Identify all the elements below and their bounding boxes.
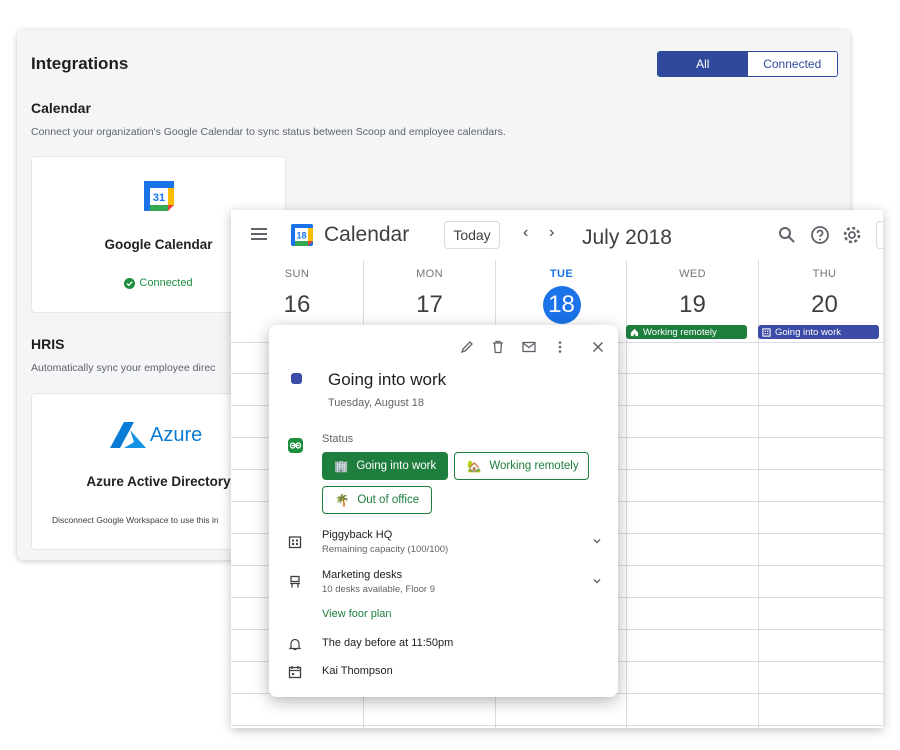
out-of-office-option[interactable]: 🌴 Out of office — [322, 486, 432, 514]
event-details-popover: Going into work Tuesday, August 18 Statu… — [269, 325, 618, 697]
filter-connected-button[interactable]: Connected — [747, 52, 837, 76]
home-icon — [630, 328, 639, 336]
working-remotely-chip[interactable]: Working remotely — [626, 325, 747, 339]
desk-chair-icon — [290, 575, 300, 588]
day-number: 19 — [679, 291, 706, 318]
azure-logo-icon — [110, 422, 146, 448]
event-title: Going into work — [328, 370, 447, 389]
calendar-logo-day: 18 — [296, 231, 306, 241]
status-label: Status — [322, 433, 354, 445]
calendar-owner: Kai Thompson — [322, 665, 393, 677]
calendar-logo-icon: 18 — [291, 224, 313, 246]
chevron-right-icon[interactable]: › — [549, 224, 554, 242]
office-name: Piggyback HQ — [322, 529, 393, 541]
help-icon[interactable] — [810, 225, 830, 245]
calendar-toolbar: 18 Calendar Today ‹ › July 2018 — [231, 210, 883, 260]
chip-label: Going into work — [775, 326, 842, 338]
main-menu-icon[interactable] — [251, 228, 267, 240]
day-abbr: SUN — [284, 268, 310, 280]
going-into-work-chip[interactable]: Going into work — [758, 325, 879, 339]
office-building-icon: 🏢 — [334, 461, 349, 473]
hris-section-title: HRIS — [31, 336, 65, 352]
check-circle-icon — [124, 277, 136, 289]
day-abbr: MON — [416, 268, 443, 280]
grid-line — [231, 725, 883, 726]
chevron-left-icon[interactable]: ‹ — [523, 224, 528, 242]
delete-trash-icon[interactable] — [490, 339, 506, 355]
filter-all-button[interactable]: All — [658, 52, 748, 76]
calendar-icon — [288, 666, 302, 679]
filter-segmented-control: All Connected — [657, 51, 838, 77]
office-capacity: Remaining capacity (100/100) — [322, 544, 449, 555]
calendar-section-description: Connect your organization's Google Calen… — [31, 126, 506, 138]
email-icon[interactable] — [521, 339, 537, 355]
search-icon[interactable] — [777, 225, 797, 245]
day-abbr: TUE — [549, 268, 574, 280]
azure-logo-text: Azure — [150, 423, 203, 446]
day-number: 20 — [811, 291, 838, 318]
day-number: 18 — [542, 286, 581, 324]
reminder-text: The day before at 11:50pm — [322, 637, 454, 649]
day-abbr: WED — [679, 268, 706, 280]
calendar-section-title: Calendar — [31, 100, 91, 116]
edit-pencil-icon[interactable] — [459, 339, 475, 355]
going-into-work-option[interactable]: 🏢 Going into work — [322, 452, 448, 480]
office-building-icon — [288, 536, 302, 549]
option-label: Going into work — [356, 460, 437, 472]
grid-line — [626, 342, 627, 728]
desk-name: Marketing desks — [322, 569, 403, 581]
hris-section-description: Automatically sync your employee direc — [31, 362, 216, 374]
chip-label: Working remotely — [643, 326, 717, 338]
azure-card-note: Disconnect Google Workspace to use this … — [52, 515, 219, 525]
google-calendar-logo-icon: 31 — [144, 181, 174, 211]
bell-icon — [288, 638, 302, 651]
view-selector-button[interactable] — [876, 221, 883, 249]
google-calendar-logo-day: 31 — [153, 192, 165, 204]
desk-availability: 10 desks available, Floor 9 — [322, 584, 436, 595]
settings-gear-icon[interactable] — [842, 225, 862, 245]
page-title: Integrations — [31, 54, 129, 73]
building-icon — [762, 327, 771, 337]
chevron-down-icon[interactable] — [591, 535, 603, 547]
view-floor-plan-link[interactable]: View foor plan — [322, 608, 392, 620]
current-month: July 2018 — [582, 226, 672, 249]
house-icon: 🏡 — [467, 461, 482, 473]
azure-logo: Azure — [110, 422, 202, 448]
palm-tree-icon: 🌴 — [335, 495, 350, 507]
more-options-icon[interactable] — [552, 339, 568, 355]
day-number: 17 — [416, 291, 443, 318]
connection-status-label: Connected — [139, 277, 193, 289]
grid-line — [758, 342, 759, 728]
working-remotely-option[interactable]: 🏡 Working remotely — [454, 452, 589, 480]
option-label: Out of office — [357, 494, 420, 506]
chevron-down-icon[interactable] — [591, 575, 603, 587]
status-link-icon — [288, 438, 303, 453]
close-icon[interactable] — [590, 339, 606, 355]
today-button[interactable]: Today — [444, 221, 500, 249]
event-color-swatch — [291, 373, 302, 384]
calendar-app-name: Calendar — [324, 223, 410, 246]
day-number: 16 — [283, 291, 311, 318]
day-abbr: THU — [812, 268, 837, 280]
event-date: Tuesday, August 18 — [328, 397, 425, 409]
option-label: Working remotely — [489, 460, 579, 472]
